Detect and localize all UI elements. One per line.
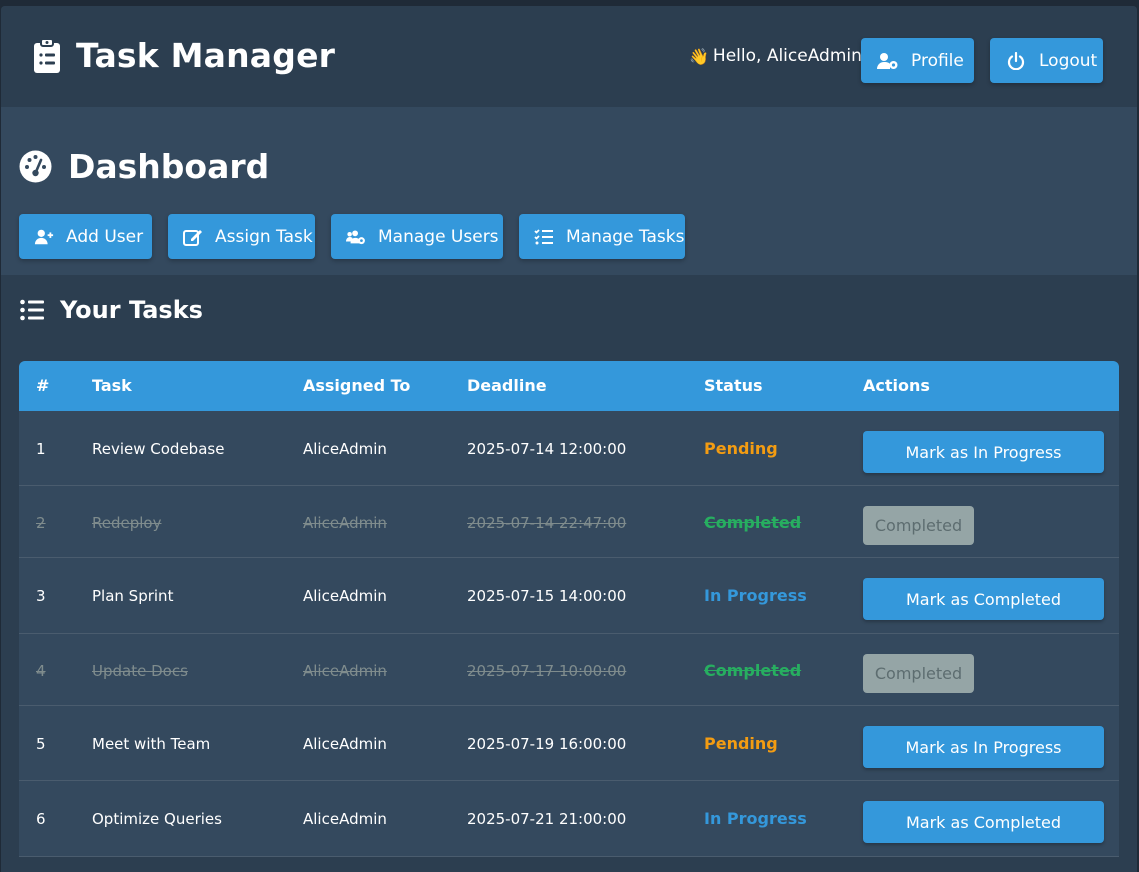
app-window: Task Manager 👋 Hello, AliceAdmin Profile…	[1, 6, 1137, 872]
task-assignee: AliceAdmin	[303, 662, 387, 680]
greeting: 👋 Hello, AliceAdmin	[689, 46, 862, 66]
task-assignee: AliceAdmin	[303, 514, 387, 532]
status-badge: Pending	[704, 439, 778, 458]
task-assignee: AliceAdmin	[303, 735, 387, 753]
table-row: 2 Redeploy AliceAdmin 2025-07-14 22:47:0…	[19, 486, 1119, 558]
dashboard-heading: Dashboard	[19, 147, 269, 186]
dashboard-section: Dashboard Add User Assign Task Manage Us…	[1, 107, 1137, 275]
manage-users-button[interactable]: Manage Users	[331, 214, 503, 259]
clipboard-list-icon	[34, 37, 60, 73]
top-navbar: Task Manager 👋 Hello, AliceAdmin Profile…	[1, 6, 1137, 107]
task-number: 1	[36, 440, 46, 458]
add-user-button[interactable]: Add User	[19, 214, 152, 259]
task-assignee: AliceAdmin	[303, 440, 387, 458]
manage-users-label: Manage Users	[378, 226, 499, 247]
task-deadline: 2025-07-14 12:00:00	[467, 440, 627, 458]
user-cog-icon	[877, 52, 898, 69]
tachometer-icon	[19, 150, 52, 183]
tasks-heading: Your Tasks	[20, 296, 203, 324]
greeting-text: Hello, AliceAdmin	[712, 46, 862, 66]
app-title: Task Manager	[76, 36, 336, 75]
table-row: 4 Update Docs AliceAdmin 2025-07-17 10:0…	[19, 634, 1119, 706]
task-number: 3	[36, 587, 46, 605]
table-header: # Task Assigned To Deadline Status Actio…	[19, 361, 1119, 411]
logout-label: Logout	[1039, 50, 1098, 71]
assign-task-label: Assign Task	[215, 226, 313, 247]
assign-task-button[interactable]: Assign Task	[168, 214, 315, 259]
logout-button[interactable]: Logout	[990, 38, 1103, 83]
task-deadline: 2025-07-15 14:00:00	[467, 587, 627, 605]
task-name: Meet with Team	[92, 735, 211, 753]
status-badge: Pending	[704, 734, 778, 753]
status-badge: Completed	[704, 513, 802, 532]
table-row: 1 Review Codebase AliceAdmin 2025-07-14 …	[19, 411, 1119, 486]
completed-button-disabled: Completed	[863, 506, 974, 545]
column-header-status[interactable]: Status	[704, 376, 763, 395]
task-assignee: AliceAdmin	[303, 587, 387, 605]
tasks-title: Your Tasks	[60, 296, 203, 324]
task-number: 6	[36, 810, 46, 828]
table-row: 5 Meet with Team AliceAdmin 2025-07-19 1…	[19, 706, 1119, 781]
task-number: 4	[36, 662, 46, 680]
task-assignee: AliceAdmin	[303, 810, 387, 828]
task-name: Review Codebase	[92, 440, 225, 458]
edit-icon	[183, 229, 202, 246]
table-row: 6 Optimize Queries AliceAdmin 2025-07-21…	[19, 781, 1119, 857]
table-row: 3 Plan Sprint AliceAdmin 2025-07-15 14:0…	[19, 558, 1119, 634]
column-header-task[interactable]: Task	[92, 376, 132, 395]
manage-tasks-label: Manage Tasks	[566, 226, 685, 247]
profile-label: Profile	[911, 50, 964, 71]
manage-tasks-button[interactable]: Manage Tasks	[519, 214, 685, 259]
column-header-assigned-to[interactable]: Assigned To	[303, 376, 410, 395]
waving-hand-icon: 👋	[689, 46, 709, 66]
power-icon	[1007, 51, 1025, 70]
dashboard-title: Dashboard	[68, 147, 270, 186]
task-number: 2	[36, 514, 46, 532]
task-name: Optimize Queries	[92, 810, 222, 828]
column-header-deadline[interactable]: Deadline	[467, 376, 547, 395]
user-plus-icon	[34, 229, 54, 244]
completed-button-disabled: Completed	[863, 654, 974, 693]
mark-completed-button[interactable]: Mark as Completed	[863, 578, 1104, 620]
mark-in-progress-button[interactable]: Mark as In Progress	[863, 726, 1104, 768]
users-cog-icon	[346, 229, 365, 244]
brand[interactable]: Task Manager	[32, 36, 335, 75]
task-deadline: 2025-07-21 21:00:00	[467, 810, 627, 828]
status-badge: In Progress	[704, 809, 807, 828]
task-number: 5	[36, 735, 46, 753]
profile-button[interactable]: Profile	[861, 38, 974, 83]
tasks-table: # Task Assigned To Deadline Status Actio…	[19, 361, 1119, 857]
list-icon	[20, 299, 44, 321]
task-name: Update Docs	[92, 662, 188, 680]
column-header-actions[interactable]: Actions	[863, 376, 930, 395]
mark-in-progress-button[interactable]: Mark as In Progress	[863, 431, 1104, 473]
task-name: Plan Sprint	[92, 587, 174, 605]
tasks-icon	[534, 228, 553, 244]
add-user-label: Add User	[66, 226, 144, 247]
task-deadline: 2025-07-19 16:00:00	[467, 735, 627, 753]
status-badge: In Progress	[704, 586, 807, 605]
status-badge: Completed	[704, 661, 802, 680]
task-name: Redeploy	[92, 514, 162, 532]
task-deadline: 2025-07-17 10:00:00	[467, 662, 627, 680]
task-deadline: 2025-07-14 22:47:00	[467, 514, 627, 532]
mark-completed-button[interactable]: Mark as Completed	[863, 801, 1104, 843]
column-header-number[interactable]: #	[36, 376, 49, 395]
